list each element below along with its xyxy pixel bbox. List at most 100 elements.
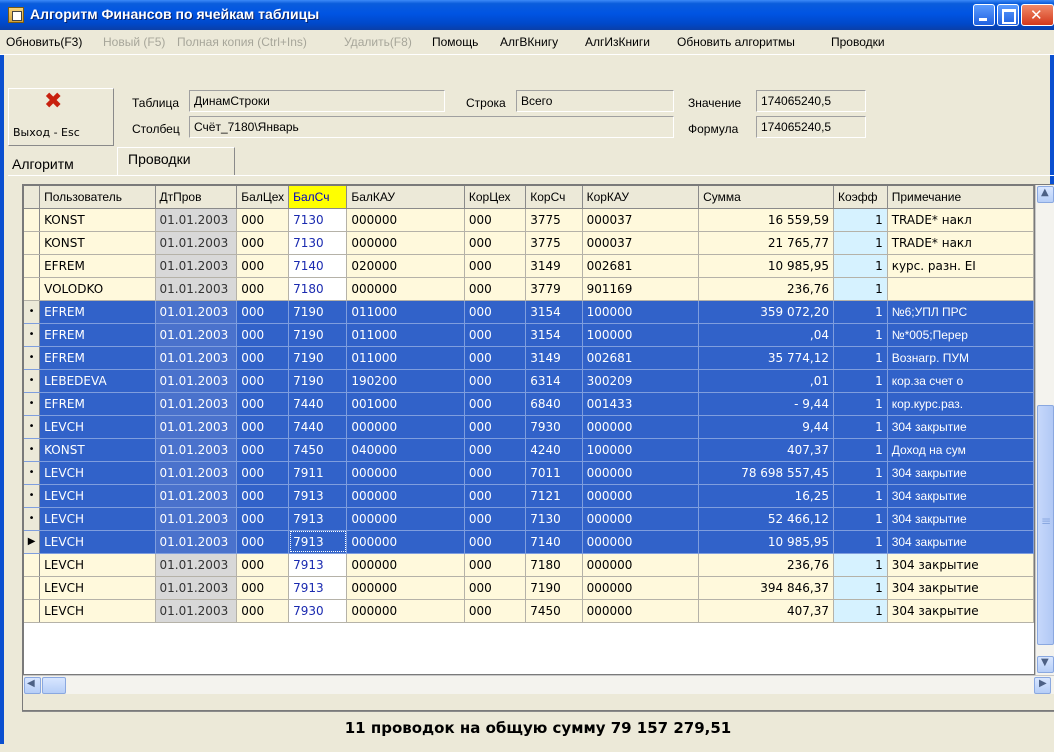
cell-korsch[interactable]: 3154 <box>525 323 583 347</box>
cell-balsch[interactable]: 7130 <box>288 231 348 255</box>
table-row[interactable]: • EFREM 01.01.2003 000 7190 011000 000 3149 0026… <box>24 346 1035 370</box>
header-balsch[interactable]: БалСч <box>288 186 348 209</box>
cell-koef[interactable]: 1 <box>833 300 888 324</box>
cell-sum[interactable]: 21 765,77 <box>698 231 834 255</box>
cell-balsch[interactable]: 7450 <box>288 438 348 462</box>
exit-button[interactable]: ✖ Выход - Esc <box>8 88 114 146</box>
table-row[interactable]: • LEVCH 01.01.2003 000 7911 000000 000 7011 0000… <box>24 461 1035 485</box>
cell-date[interactable]: 01.01.2003 <box>155 507 238 531</box>
cell-note[interactable]: 304 закрытие <box>887 484 1035 508</box>
maximize-button[interactable] <box>997 4 1019 26</box>
cell-balkau[interactable]: 040000 <box>346 438 465 462</box>
cell-korsch[interactable]: 6314 <box>525 369 583 393</box>
cell-date[interactable]: 01.01.2003 <box>155 484 238 508</box>
cell-korceh[interactable]: 000 <box>464 599 527 623</box>
cell-note[interactable]: №6;УПЛ ПРС <box>887 300 1035 324</box>
cell-korceh[interactable]: 000 <box>464 461 527 485</box>
cell-korsch[interactable]: 3149 <box>525 346 583 370</box>
cell-balceh[interactable]: 000 <box>236 208 290 232</box>
cell-korceh[interactable]: 000 <box>464 346 527 370</box>
cell-balsch[interactable]: 7440 <box>288 392 348 416</box>
cell-balceh[interactable]: 000 <box>236 300 290 324</box>
cell-sum[interactable]: 236,76 <box>698 553 834 577</box>
cell-balsch[interactable]: 7911 <box>288 461 348 485</box>
scroll-left-icon[interactable] <box>24 677 41 694</box>
cell-user[interactable]: KONST <box>39 231 156 255</box>
cell-sum[interactable]: 16 559,59 <box>698 208 834 232</box>
cell-user[interactable]: LEVCH <box>39 576 156 600</box>
cell-korsch[interactable]: 3775 <box>525 231 583 255</box>
cell-korkau[interactable]: 300209 <box>582 369 700 393</box>
cell-balceh[interactable]: 000 <box>236 438 290 462</box>
cell-user[interactable]: EFREM <box>39 254 156 278</box>
row-indicator[interactable]: • <box>24 507 41 531</box>
table-row[interactable]: LEVCH 01.01.2003 000 7930 000000 000 7450 00000… <box>24 599 1035 623</box>
cell-koef[interactable]: 1 <box>833 484 888 508</box>
cell-date[interactable]: 01.01.2003 <box>155 323 238 347</box>
cell-balceh[interactable]: 000 <box>236 392 290 416</box>
cell-date[interactable]: 01.01.2003 <box>155 438 238 462</box>
table-row[interactable]: LEVCH 01.01.2003 000 7913 000000 000 7190 00000… <box>24 576 1035 600</box>
cell-korsch[interactable]: 3154 <box>525 300 583 324</box>
row-field[interactable]: Всего <box>516 90 674 112</box>
header-balkau[interactable]: БалКАУ <box>346 186 465 209</box>
cell-user[interactable]: LEVCH <box>39 599 156 623</box>
cell-note[interactable]: кор.за счет о <box>887 369 1035 393</box>
cell-note[interactable]: 304 закрытие <box>887 599 1035 623</box>
cell-sum[interactable]: 52 466,12 <box>698 507 834 531</box>
cell-user[interactable]: EFREM <box>39 346 156 370</box>
cell-note[interactable] <box>887 277 1035 301</box>
header-sum[interactable]: Сумма <box>698 186 834 209</box>
cell-sum[interactable]: - 9,44 <box>698 392 834 416</box>
cell-note[interactable]: 304 закрытие <box>887 461 1035 485</box>
cell-korceh[interactable]: 000 <box>464 323 527 347</box>
row-indicator[interactable]: • <box>24 392 41 416</box>
cell-balceh[interactable]: 000 <box>236 277 290 301</box>
cell-korceh[interactable]: 000 <box>464 507 527 531</box>
row-indicator[interactable] <box>24 553 41 577</box>
menu-alg-from-book[interactable]: АлгИзКниги <box>585 35 650 49</box>
row-indicator[interactable]: ▶ <box>24 530 41 554</box>
cell-balceh[interactable]: 000 <box>236 576 290 600</box>
cell-balkau[interactable]: 000000 <box>346 530 465 554</box>
cell-sum[interactable]: 78 698 557,45 <box>698 461 834 485</box>
cell-korkau[interactable]: 000037 <box>582 208 700 232</box>
cell-balsch[interactable]: 7190 <box>288 300 348 324</box>
title-bar[interactable]: Алгоритм Финансов по ячейкам таблицы <box>0 0 1054 30</box>
cell-korkau[interactable]: 000000 <box>582 576 700 600</box>
table-row[interactable]: • LEVCH 01.01.2003 000 7913 000000 000 7130 0000… <box>24 507 1035 531</box>
row-indicator[interactable] <box>24 277 41 301</box>
cell-balceh[interactable]: 000 <box>236 346 290 370</box>
cell-koef[interactable]: 1 <box>833 277 888 301</box>
horizontal-scrollbar[interactable] <box>23 675 1054 694</box>
cell-user[interactable]: LEVCH <box>39 484 156 508</box>
table-row[interactable]: VOLODKO 01.01.2003 000 7180 000000 000 3779 901… <box>24 277 1035 301</box>
cell-korkau[interactable]: 901169 <box>582 277 700 301</box>
row-indicator[interactable]: • <box>24 369 41 393</box>
cell-sum[interactable]: ,01 <box>698 369 834 393</box>
cell-korceh[interactable]: 000 <box>464 415 527 439</box>
cell-korkau[interactable]: 001433 <box>582 392 700 416</box>
cell-sum[interactable]: 16,25 <box>698 484 834 508</box>
cell-note[interactable]: Доход на сум <box>887 438 1035 462</box>
cell-date[interactable]: 01.01.2003 <box>155 369 238 393</box>
cell-date[interactable]: 01.01.2003 <box>155 530 238 554</box>
cell-balkau[interactable]: 011000 <box>346 323 465 347</box>
cell-balceh[interactable]: 000 <box>236 553 290 577</box>
cell-koef[interactable]: 1 <box>833 415 888 439</box>
cell-balsch[interactable]: 7130 <box>288 208 348 232</box>
cell-korsch[interactable]: 7011 <box>525 461 583 485</box>
cell-korkau[interactable]: 002681 <box>582 254 700 278</box>
row-indicator[interactable] <box>24 208 41 232</box>
vertical-scrollbar[interactable] <box>1035 185 1054 675</box>
cell-note[interactable]: 304 закрытие <box>887 507 1035 531</box>
row-indicator[interactable]: • <box>24 461 41 485</box>
cell-korceh[interactable]: 000 <box>464 208 527 232</box>
cell-date[interactable]: 01.01.2003 <box>155 300 238 324</box>
cell-korsch[interactable]: 3149 <box>525 254 583 278</box>
cell-balsch[interactable]: 7913 <box>288 507 348 531</box>
cell-note[interactable]: 304 закрытие <box>887 553 1035 577</box>
cell-balkau[interactable]: 011000 <box>346 300 465 324</box>
cell-sum[interactable]: 394 846,37 <box>698 576 834 600</box>
cell-balkau[interactable]: 000000 <box>346 415 465 439</box>
